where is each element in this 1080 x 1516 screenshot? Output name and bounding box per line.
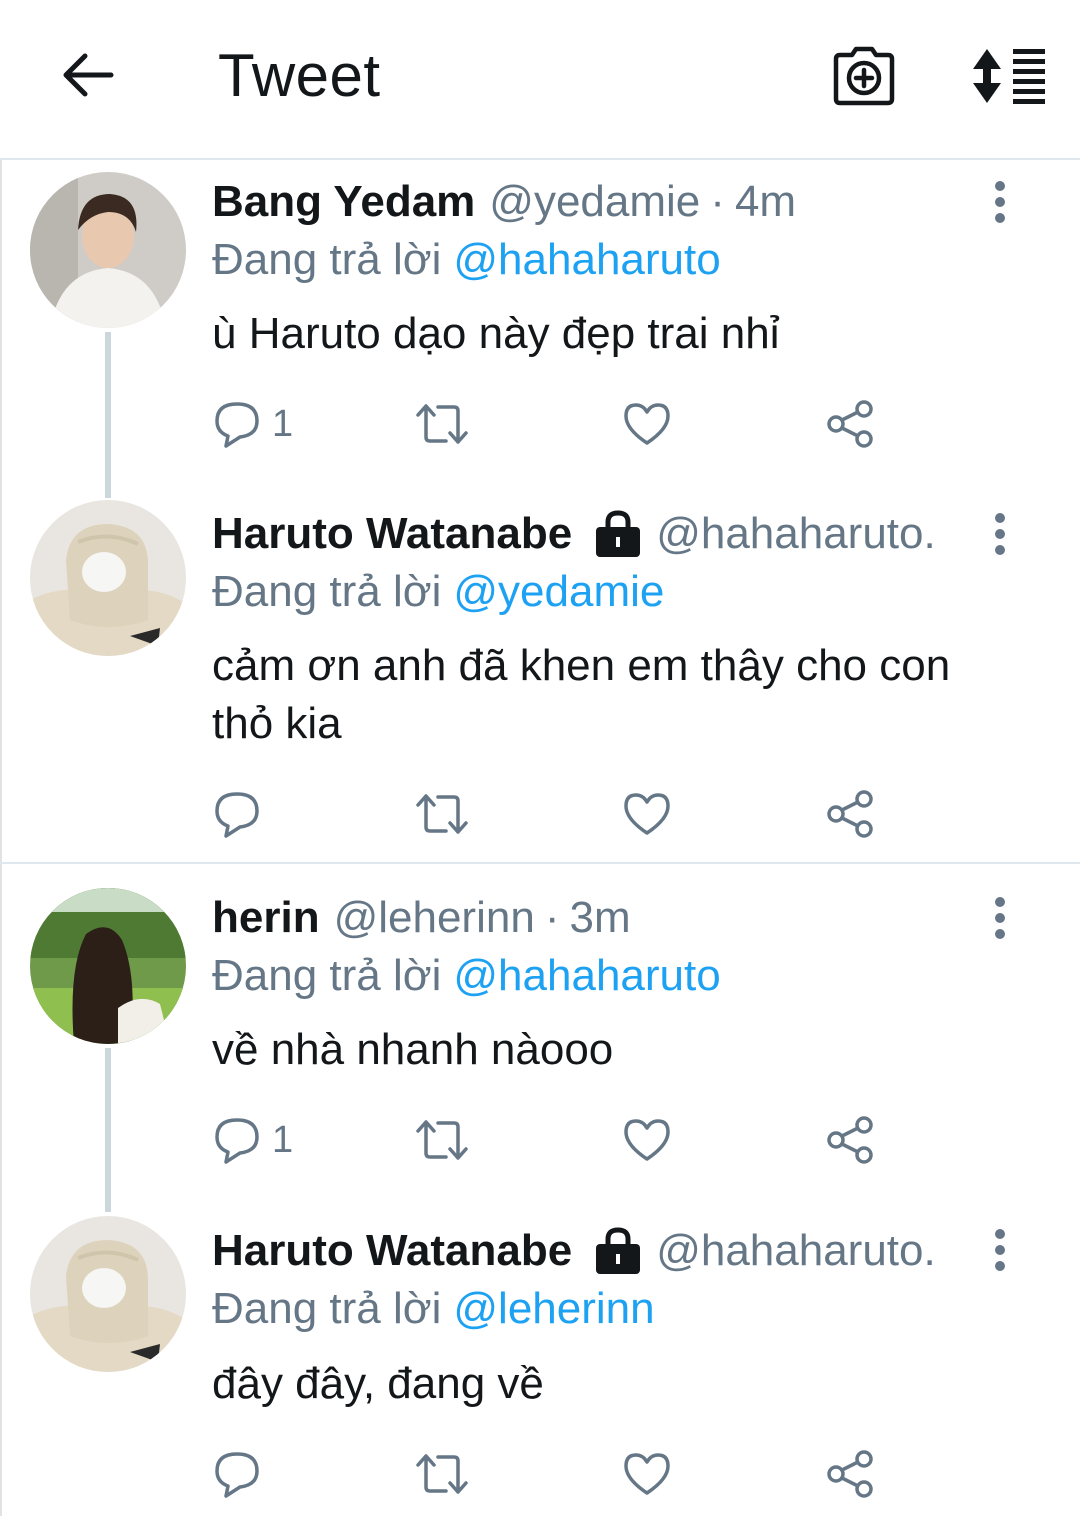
left-edge-line <box>0 160 2 1516</box>
display-name[interactable]: Haruto Watanabe <box>212 504 572 564</box>
page-title: Tweet <box>218 42 381 109</box>
replying-to-handle[interactable]: @yedamie <box>453 567 664 616</box>
reply-button[interactable] <box>212 784 272 844</box>
tweet-header: Haruto Watanabe @hahaharuto. <box>212 1221 936 1281</box>
tweet-actions: 1 <box>212 394 912 454</box>
user-handle[interactable]: @hahaharuto. <box>656 504 936 564</box>
replying-to-handle[interactable]: @hahaharuto <box>453 951 720 1000</box>
replying-to: Đang trả lời @yedamie <box>212 562 664 622</box>
reply-button[interactable]: 1 <box>212 1110 293 1170</box>
like-button[interactable] <box>622 394 672 454</box>
share-icon <box>827 790 873 838</box>
more-options-button[interactable] <box>978 504 1022 564</box>
replying-to: Đang trả lời @hahaharuto <box>212 230 721 290</box>
replying-to-handle[interactable]: @leherinn <box>453 1284 654 1333</box>
timestamp: 3m <box>569 893 631 942</box>
user-handle[interactable]: @yedamie <box>489 172 700 232</box>
heart-icon <box>624 1453 670 1495</box>
reply-icon <box>215 792 259 838</box>
timestamp: 4m <box>734 177 797 226</box>
more-vertical-icon <box>995 181 1005 223</box>
replying-to-label: Đang trả lời <box>212 1284 442 1333</box>
like-button[interactable] <box>622 784 672 844</box>
reply-count: 1 <box>272 402 294 445</box>
tweet-header: Bang Yedam @yedamie · 4m <box>212 172 796 232</box>
separator: · <box>710 177 725 226</box>
tweet-text: về nhà nhanh nàooo <box>212 1025 614 1074</box>
heart-icon <box>624 1119 670 1161</box>
lock-icon <box>594 509 642 559</box>
replying-to-label: Đang trả lời <box>212 951 442 1000</box>
replying-to: Đang trả lời @leherinn <box>212 1279 655 1339</box>
thread-connector <box>105 332 111 498</box>
lock-icon <box>594 1226 642 1276</box>
share-icon <box>827 1450 873 1498</box>
more-options-button[interactable] <box>978 172 1022 232</box>
share-button[interactable] <box>824 1110 876 1170</box>
display-name[interactable]: herin <box>212 888 320 948</box>
camera-button[interactable] <box>826 38 902 114</box>
share-icon <box>827 400 873 448</box>
sort-button[interactable] <box>966 38 1052 114</box>
like-button[interactable] <box>622 1110 672 1170</box>
reply-icon <box>215 1118 259 1164</box>
reply-button[interactable]: 1 <box>212 394 293 454</box>
top-bar: Tweet <box>0 0 1080 160</box>
retweet-button[interactable] <box>414 1444 470 1504</box>
replying-to-handle[interactable]: @hahaharuto <box>453 235 720 284</box>
tweet-actions: 1 <box>212 1110 912 1170</box>
retweet-icon <box>416 1454 468 1494</box>
user-handle[interactable]: @hahaharuto. <box>656 1221 936 1281</box>
retweet-button[interactable] <box>414 784 470 844</box>
retweet-button[interactable] <box>414 1110 470 1170</box>
avatar[interactable] <box>30 172 186 328</box>
reply-icon <box>215 402 259 448</box>
more-vertical-icon <box>995 897 1005 939</box>
heart-icon <box>624 793 670 835</box>
retweet-button[interactable] <box>414 394 470 454</box>
display-name[interactable]: Bang Yedam <box>212 172 475 232</box>
avatar[interactable] <box>30 500 186 656</box>
reply-icon <box>215 1452 259 1498</box>
retweet-icon <box>416 794 468 834</box>
tweet-text: cảm ơn anh đã khen em thây cho con thỏ k… <box>212 641 951 748</box>
reply-count: 1 <box>272 1118 294 1161</box>
tweet-header: Haruto Watanabe @hahaharuto. <box>212 504 936 564</box>
share-button[interactable] <box>824 394 876 454</box>
camera-plus-icon <box>833 46 895 106</box>
tweet-text: đây đây, đang về <box>212 1359 544 1408</box>
more-vertical-icon <box>995 513 1005 555</box>
more-options-button[interactable] <box>978 1220 1022 1280</box>
retweet-icon <box>416 404 468 444</box>
reply-button[interactable] <box>212 1444 272 1504</box>
replying-to: Đang trả lời @hahaharuto <box>212 946 721 1006</box>
avatar[interactable] <box>30 1216 186 1372</box>
like-button[interactable] <box>622 1444 672 1504</box>
replying-to-label: Đang trả lời <box>212 567 442 616</box>
share-icon <box>827 1116 873 1164</box>
heart-icon <box>624 403 670 445</box>
thread-connector <box>105 1048 111 1212</box>
replying-to-label: Đang trả lời <box>212 235 442 284</box>
share-button[interactable] <box>824 1444 876 1504</box>
tweet-actions <box>212 784 912 844</box>
share-button[interactable] <box>824 784 876 844</box>
arrow-left-icon <box>63 53 114 97</box>
retweet-icon <box>416 1120 468 1160</box>
more-options-button[interactable] <box>978 888 1022 948</box>
display-name[interactable]: Haruto Watanabe <box>212 1221 572 1281</box>
tweet-screen: Tweet Bang Yedam @yedamie · 4m Đang trả … <box>0 0 1080 1516</box>
more-vertical-icon <box>995 1229 1005 1271</box>
separator: · <box>544 893 560 942</box>
tweet-text: ù Haruto dạo này đẹp trai nhỉ <box>212 309 780 358</box>
back-button[interactable] <box>52 40 122 110</box>
thread-divider <box>0 862 1080 864</box>
avatar[interactable] <box>30 888 186 1044</box>
tweet-header: herin @leherinn · 3m <box>212 888 631 948</box>
user-handle[interactable]: @leherinn <box>334 888 535 948</box>
sort-icon <box>973 49 1045 104</box>
tweet-actions <box>212 1444 912 1504</box>
